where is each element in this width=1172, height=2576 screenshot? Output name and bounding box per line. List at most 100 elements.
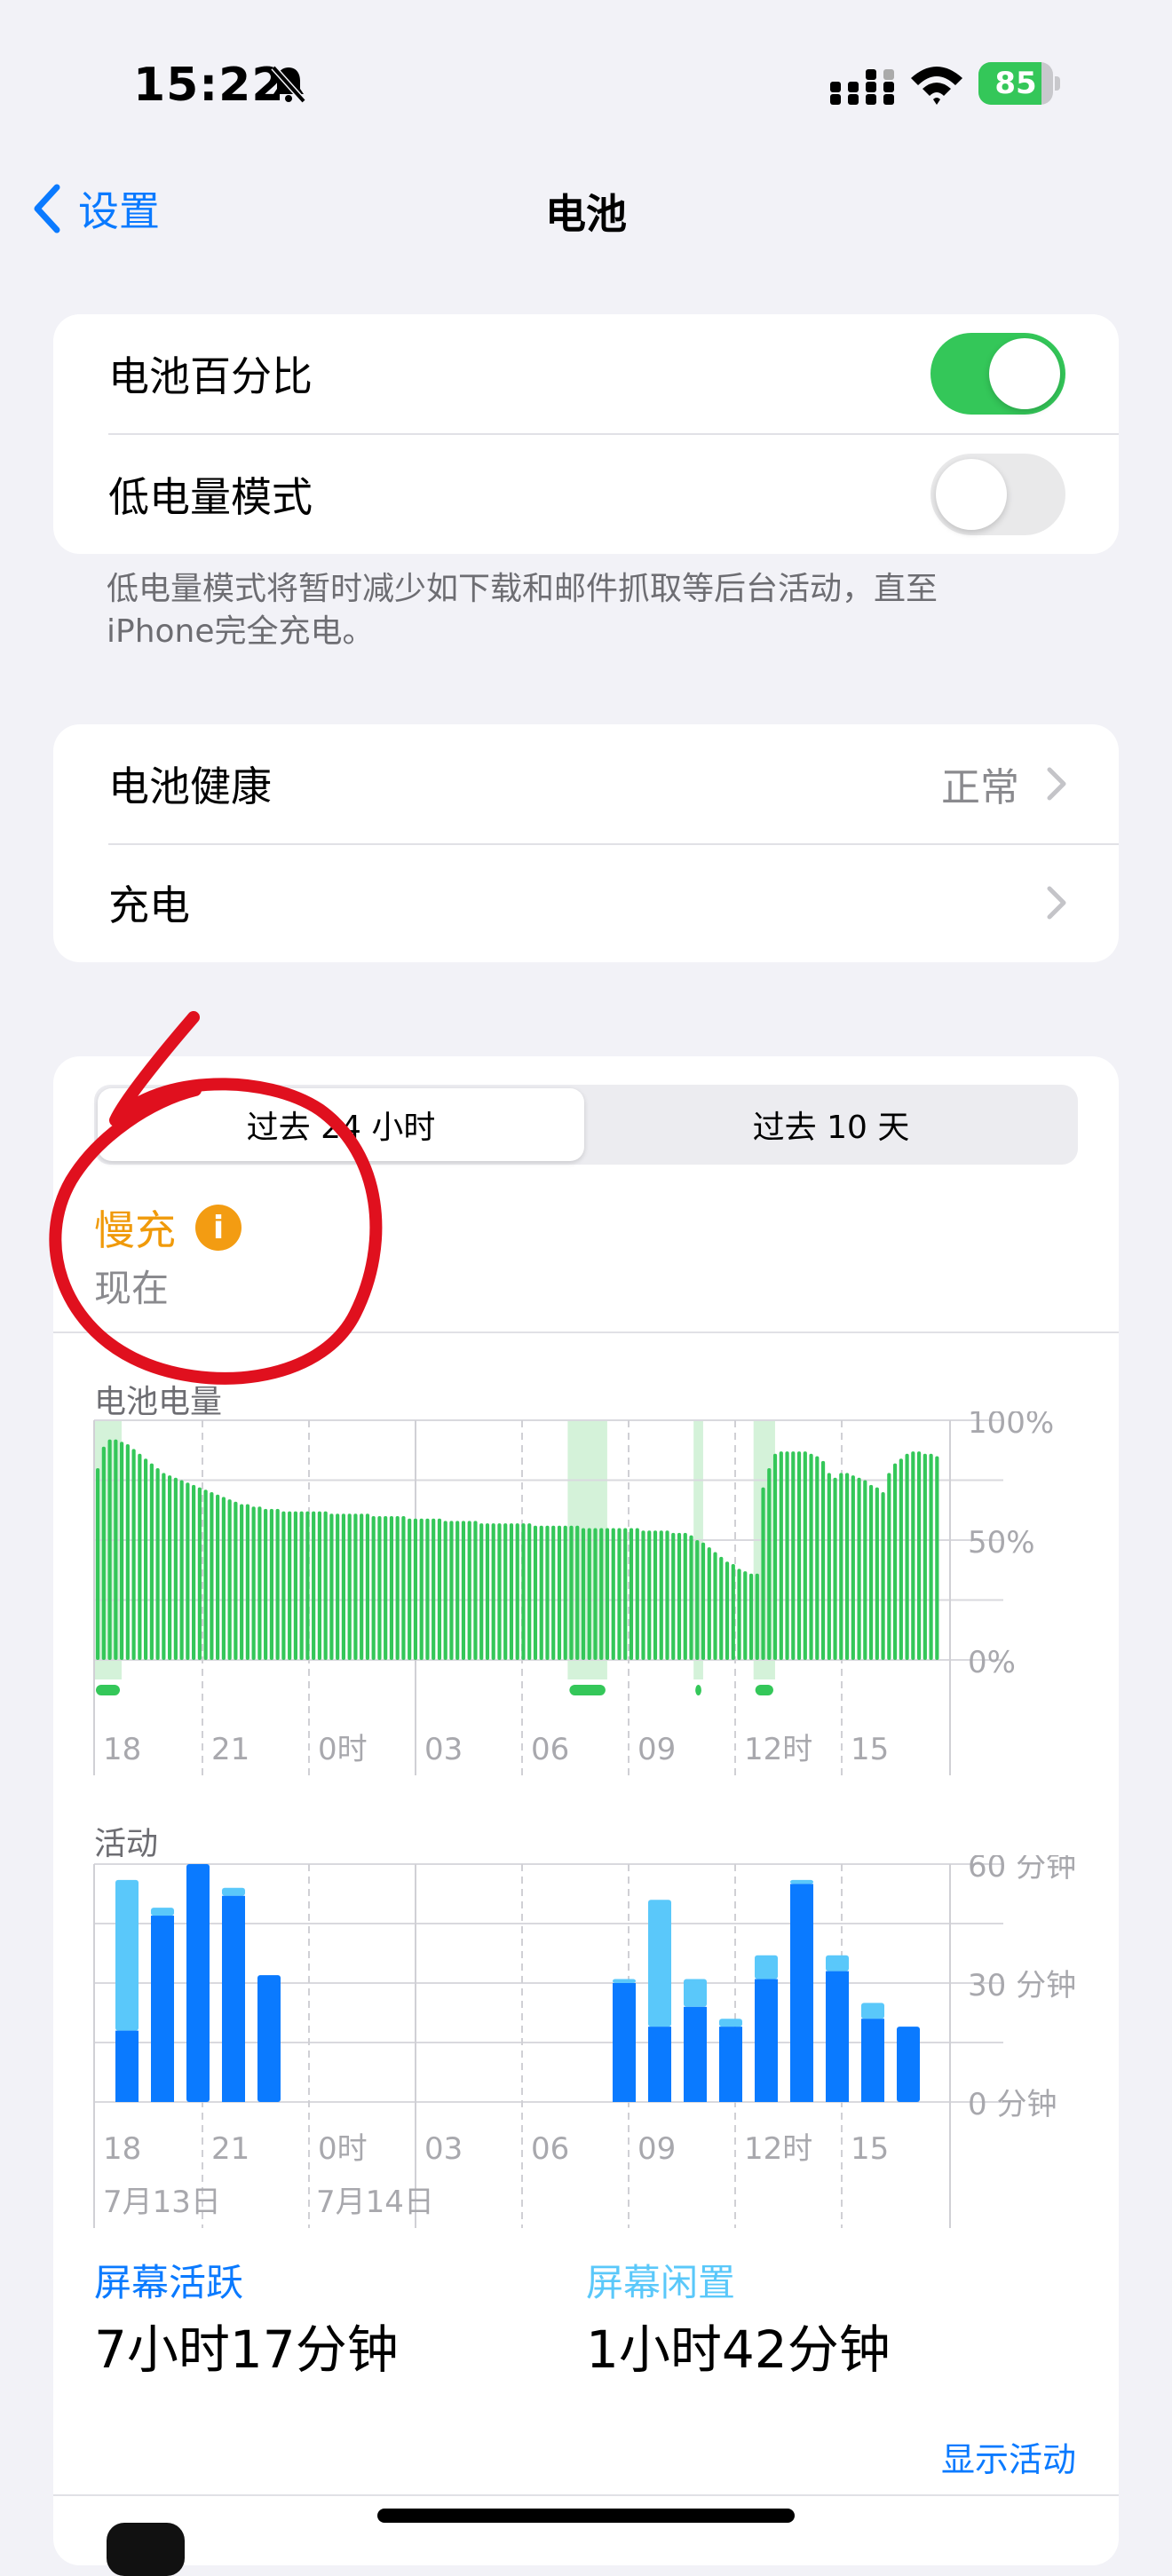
screen-idle-bar — [222, 1887, 245, 1896]
low-power-footnote: 低电量模式将暂时减少如下载和邮件抓取等后台活动，直至iPhone完全充电。 — [107, 571, 938, 650]
battery-level-bar — [395, 1516, 400, 1660]
battery-level-bar — [365, 1513, 370, 1660]
battery-level-bar — [347, 1513, 352, 1660]
battery-level-bar — [581, 1528, 586, 1660]
battery-level-bar — [563, 1525, 567, 1660]
screen-idle-label: 屏幕闲置 — [586, 2261, 736, 2304]
chevron-right-icon — [1047, 886, 1066, 920]
battery-level-bar — [545, 1525, 550, 1660]
muted-bell-icon — [271, 65, 306, 104]
x-tick-label: 06 — [531, 2131, 569, 2167]
battery-level-bar — [317, 1511, 322, 1660]
battery-level-bar — [929, 1453, 933, 1660]
y-tick-label: 60 分钟 — [968, 1855, 1076, 1885]
battery-usage-card: 过去 24 小时 过去 10 天 慢充 i 现在 电池电量 100% 50% 0% 1… — [53, 1056, 1119, 2565]
x-tick-label: 0时 — [318, 2131, 368, 2167]
screen-active-bar — [648, 2027, 671, 2102]
battery-level-bar — [916, 1451, 922, 1660]
battery-level-bar — [437, 1518, 442, 1660]
battery-level-bar — [551, 1525, 556, 1660]
screen-idle-bar — [755, 1955, 778, 1979]
charging-row[interactable]: 充电 — [53, 843, 1119, 962]
battery-level-bar — [353, 1513, 358, 1660]
battery-level-bar — [144, 1458, 148, 1660]
battery-level-bar — [221, 1497, 226, 1660]
battery-indicator: 85 — [978, 62, 1060, 105]
battery-level-bar — [539, 1525, 543, 1660]
screen-active-bar — [897, 2027, 920, 2102]
x-tick-label: 12时 — [744, 2131, 812, 2167]
battery-level-bar — [647, 1530, 652, 1660]
battery-level-bar — [240, 1504, 244, 1660]
battery-level-bar — [251, 1506, 256, 1660]
tab-last-10-days[interactable]: 过去 10 天 — [588, 1088, 1074, 1161]
screen-active-bar — [719, 2027, 742, 2102]
battery-level-bar — [329, 1513, 334, 1660]
battery-level-bar — [515, 1523, 519, 1660]
battery-health-row[interactable]: 电池健康 正常 — [53, 724, 1119, 843]
battery-level-bar — [533, 1525, 538, 1660]
charge-status-time: 现在 — [94, 1267, 170, 1310]
battery-level-bar — [162, 1473, 166, 1660]
battery-level-bar — [587, 1528, 591, 1660]
y-tick-label: 100% — [968, 1411, 1054, 1441]
battery-level-bar — [305, 1511, 310, 1660]
info-icon[interactable]: i — [195, 1205, 242, 1251]
battery-level-bar — [341, 1513, 346, 1660]
screen-active-bar — [861, 2019, 884, 2102]
x-tick-label: 21 — [211, 1732, 249, 1767]
x-tick-label: 06 — [531, 1732, 569, 1767]
battery-level-bar — [467, 1521, 471, 1660]
battery-level-bar — [803, 1451, 807, 1660]
charging-marker — [569, 1685, 606, 1695]
battery-level-bar — [449, 1521, 454, 1660]
battery-level-bar — [312, 1511, 316, 1660]
battery-level-bar — [425, 1518, 430, 1660]
battery-level-bar — [293, 1511, 297, 1660]
charging-marker — [695, 1685, 701, 1695]
battery-level-bar — [264, 1508, 268, 1660]
battery-level-bar — [887, 1473, 891, 1660]
battery-level-bar — [641, 1530, 645, 1660]
battery-health-card: 电池健康 正常 充电 — [53, 724, 1119, 962]
low-power-mode-row: 低电量模式 — [53, 435, 1119, 554]
battery-level-bar — [689, 1535, 693, 1660]
battery-level-bar — [497, 1523, 502, 1660]
low-power-mode-toggle[interactable] — [930, 454, 1065, 535]
show-activity-link[interactable]: 显示活动 — [941, 2432, 1076, 2481]
battery-level-bar — [485, 1523, 490, 1660]
screen-idle-bar — [684, 1979, 707, 2007]
screen-active-value: 7小时17分钟 — [94, 2319, 399, 2380]
screen-idle-bar — [613, 1979, 636, 1983]
battery-level-bar — [719, 1556, 724, 1660]
screen-idle-value: 1小时42分钟 — [586, 2319, 891, 2380]
battery-level-bar — [653, 1530, 658, 1660]
battery-percentage-toggle[interactable] — [930, 333, 1065, 415]
x-tick-label: 12时 — [744, 1732, 812, 1767]
screen-active-bar — [755, 1979, 778, 2102]
screen-active-bar — [790, 1884, 813, 2102]
screen-active-bar — [151, 1916, 174, 2102]
battery-level-bar — [275, 1508, 280, 1660]
battery-level-bar — [911, 1451, 915, 1660]
battery-level-bar — [605, 1528, 610, 1660]
battery-level-bar — [149, 1463, 154, 1660]
battery-level-bar — [892, 1463, 898, 1660]
battery-level-bar — [923, 1453, 927, 1660]
tab-last-24-hours[interactable]: 过去 24 小时 — [98, 1088, 584, 1161]
low-power-mode-label: 低电量模式 — [108, 473, 313, 521]
battery-level-bar — [299, 1511, 304, 1660]
battery-level-bar — [227, 1499, 232, 1660]
battery-level-bar — [707, 1547, 711, 1660]
screen-idle-bar — [861, 2003, 884, 2019]
screen-idle-bar — [719, 2019, 742, 2027]
x-tick-label: 15 — [851, 2131, 889, 2167]
battery-level-bar — [791, 1451, 796, 1660]
x-tick-label: 09 — [637, 2131, 676, 2167]
date-label: 7月14日 — [316, 2185, 434, 2220]
battery-level-bar — [611, 1528, 615, 1660]
battery-level-bar — [617, 1528, 622, 1660]
battery-level-bar — [192, 1484, 196, 1660]
app-icon — [107, 2523, 185, 2576]
battery-level-bar — [269, 1508, 273, 1660]
